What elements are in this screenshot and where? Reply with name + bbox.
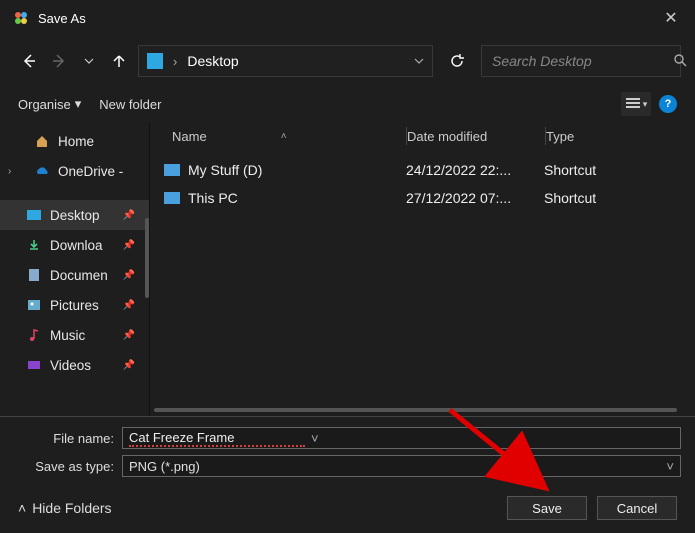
address-bar[interactable]: › Desktop — [138, 45, 433, 77]
chevron-down-icon[interactable]: ˅ — [311, 431, 319, 446]
chevron-up-icon: ˄ — [18, 500, 26, 516]
sidebar-item-onedrive[interactable]: › OneDrive - — [0, 156, 149, 186]
videos-icon — [26, 357, 42, 373]
save-button[interactable]: Save — [507, 496, 587, 520]
file-name: This PC — [188, 190, 238, 206]
column-header-date[interactable]: Date modified — [407, 129, 545, 144]
sort-asc-icon: ˄ — [281, 131, 287, 142]
desktop-icon — [26, 207, 42, 223]
document-icon — [26, 267, 42, 283]
chevron-down-icon[interactable]: ˅ — [666, 459, 674, 474]
expand-icon[interactable]: › — [8, 166, 11, 177]
sidebar-item-label: Home — [58, 134, 94, 149]
sidebar-item-label: Music — [50, 328, 85, 343]
file-type: Shortcut — [544, 162, 695, 178]
pin-icon: 📌 — [123, 330, 135, 341]
up-button[interactable] — [108, 50, 130, 72]
sidebar-item-home[interactable]: Home — [0, 126, 149, 156]
column-header-name[interactable]: Name ˄ — [150, 129, 406, 144]
refresh-button[interactable] — [441, 45, 473, 77]
window-title: Save As — [38, 11, 86, 26]
sidebar-item-documents[interactable]: Documen 📌 — [0, 260, 149, 290]
sidebar-item-desktop[interactable]: Desktop 📌 — [0, 200, 149, 230]
save-type-value: PNG (*.png) — [129, 459, 660, 474]
home-icon — [34, 133, 50, 149]
sidebar-item-pictures[interactable]: Pictures 📌 — [0, 290, 149, 320]
file-name-field[interactable] — [129, 430, 305, 445]
pin-icon: 📌 — [123, 240, 135, 251]
download-icon — [26, 237, 42, 253]
file-name-input[interactable]: ˅ — [122, 427, 681, 449]
shortcut-icon — [164, 192, 180, 204]
chevron-down-icon: ▾ — [643, 99, 648, 110]
pin-icon: 📌 — [123, 270, 135, 281]
file-row[interactable]: My Stuff (D) 24/12/2022 22:... Shortcut — [150, 156, 695, 184]
forward-button[interactable] — [48, 50, 70, 72]
sidebar-item-label: Pictures — [50, 298, 99, 313]
help-button[interactable]: ? — [659, 95, 677, 113]
music-icon — [26, 327, 42, 343]
sidebar-item-label: Videos — [50, 358, 91, 373]
file-type: Shortcut — [544, 190, 695, 206]
folder-icon — [147, 53, 163, 69]
organise-button[interactable]: Organise ▾ — [18, 96, 81, 112]
chevron-right-icon: › — [173, 54, 177, 69]
location-text: Desktop — [187, 53, 404, 69]
sidebar-item-label: Downloa — [50, 238, 103, 253]
file-list-pane: Name ˄ Date modified Type My Stuff (D) 2… — [150, 122, 695, 416]
file-row[interactable]: This PC 27/12/2022 07:... Shortcut — [150, 184, 695, 212]
pin-icon: 📌 — [123, 360, 135, 371]
save-type-label: Save as type: — [14, 459, 122, 474]
recent-dropdown[interactable] — [78, 50, 100, 72]
search-icon — [673, 53, 687, 70]
file-name-label: File name: — [14, 431, 122, 446]
sidebar-item-music[interactable]: Music 📌 — [0, 320, 149, 350]
sidebar: Home › OneDrive - Desktop 📌 Downloa 📌 Do… — [0, 122, 150, 416]
cloud-icon — [34, 163, 50, 179]
back-button[interactable] — [18, 50, 40, 72]
save-type-select[interactable]: PNG (*.png) ˅ — [122, 455, 681, 477]
file-date: 24/12/2022 22:... — [406, 162, 544, 178]
sidebar-item-downloads[interactable]: Downloa 📌 — [0, 230, 149, 260]
close-button[interactable]: ✕ — [659, 8, 683, 28]
hide-folders-button[interactable]: ˄ Hide Folders — [18, 500, 112, 516]
pictures-icon — [26, 297, 42, 313]
column-header-type[interactable]: Type — [546, 129, 695, 144]
pin-icon: 📌 — [123, 300, 135, 311]
file-name: My Stuff (D) — [188, 162, 262, 178]
chevron-down-icon: ▾ — [75, 96, 82, 112]
sidebar-item-label: Documen — [50, 268, 108, 283]
sidebar-item-label: OneDrive - — [58, 164, 123, 179]
search-input[interactable] — [492, 53, 673, 69]
file-date: 27/12/2022 07:... — [406, 190, 544, 206]
shortcut-icon — [164, 164, 180, 176]
sidebar-item-videos[interactable]: Videos 📌 — [0, 350, 149, 380]
app-icon — [12, 9, 30, 27]
search-box[interactable] — [481, 45, 681, 77]
new-folder-button[interactable]: New folder — [99, 97, 161, 112]
horizontal-scrollbar[interactable] — [154, 408, 677, 412]
sidebar-scrollbar[interactable] — [145, 218, 149, 298]
cancel-button[interactable]: Cancel — [597, 496, 677, 520]
sidebar-item-label: Desktop — [50, 208, 100, 223]
chevron-down-icon[interactable] — [414, 54, 424, 69]
view-mode-button[interactable]: ▾ — [621, 92, 651, 116]
pin-icon: 📌 — [123, 210, 135, 221]
